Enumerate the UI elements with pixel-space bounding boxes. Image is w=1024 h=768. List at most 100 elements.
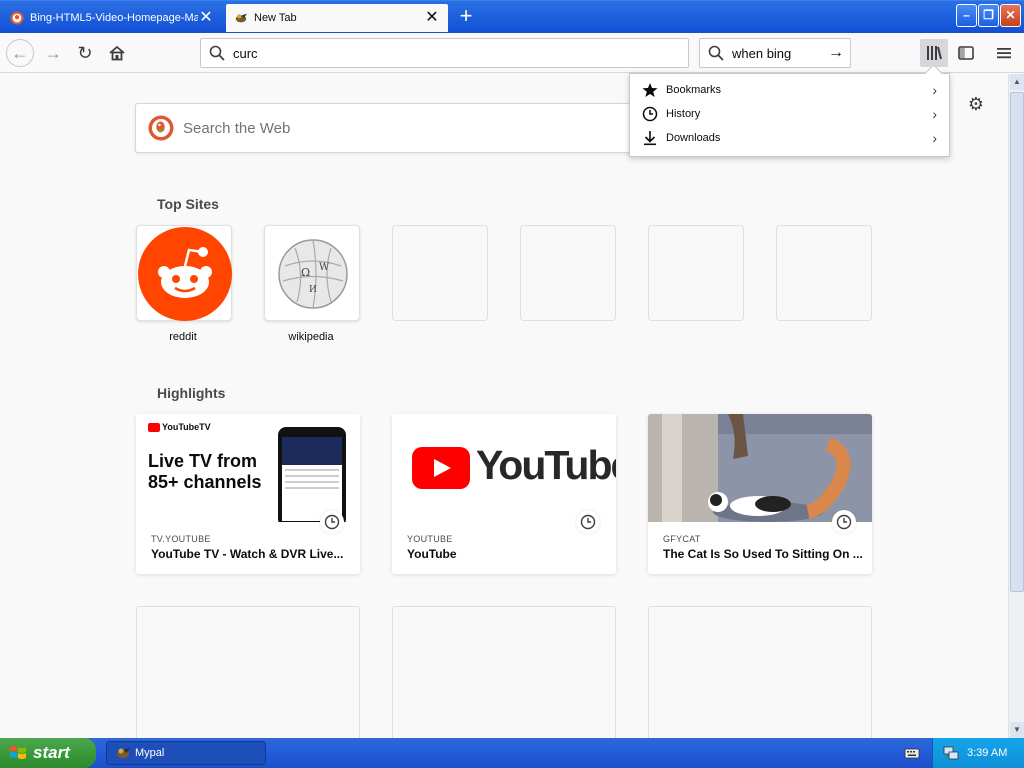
search-bar[interactable]: when bing →	[699, 38, 851, 68]
phone-image	[278, 427, 346, 522]
tab-new-tab[interactable]: New Tab ✕	[226, 4, 448, 32]
youtubetv-logo: YouTubeTV	[148, 422, 211, 432]
highlight-placeholder	[392, 606, 616, 746]
highlights-heading: Highlights	[157, 385, 226, 401]
reddit-icon	[138, 227, 232, 321]
new-tab-page: Search the Web ⚙ Top Sites reddit ΩW И wi…	[0, 74, 1008, 746]
library-menu: Bookmarks › History › Downloads ›	[629, 73, 950, 157]
search-input[interactable]: when bing	[732, 46, 791, 61]
top-site-empty[interactable]	[648, 225, 744, 321]
hamburger-icon	[997, 48, 1011, 59]
chevron-right-icon: ›	[932, 82, 937, 98]
search-placeholder: Search the Web	[183, 119, 291, 137]
top-site-empty[interactable]	[776, 225, 872, 321]
sidebar-button[interactable]	[952, 39, 980, 67]
top-site-wikipedia[interactable]: ΩW И	[264, 225, 360, 321]
close-tab-icon[interactable]: ✕	[424, 10, 440, 26]
star-icon	[642, 83, 658, 97]
chevron-right-icon: ›	[932, 106, 937, 122]
menu-item-history[interactable]: History ›	[630, 102, 949, 126]
reload-icon: ↻	[77, 42, 93, 63]
url-input[interactable]: curc	[233, 46, 258, 61]
tab-strip: Bing-HTML5-Video-Homepage-Mak ✕ New Tab …	[0, 0, 1024, 33]
youtube-wordmark: YouTube	[476, 442, 616, 488]
tab-title: Bing-HTML5-Video-Homepage-Mak	[30, 12, 198, 24]
mypal-icon	[117, 748, 130, 758]
clock-icon	[320, 510, 344, 534]
search-icon	[209, 45, 225, 61]
reload-button[interactable]: ↻	[71, 39, 99, 67]
close-window-button[interactable]: ✕	[1000, 4, 1021, 27]
scroll-up-arrow-icon[interactable]: ▲	[1010, 74, 1024, 90]
highlight-thumbnail: YouTubeTV Live TV from 85+ channels	[136, 414, 360, 522]
web-search-box[interactable]: Search the Web	[135, 103, 655, 153]
new-tab-button[interactable]: +	[456, 5, 476, 29]
search-go-icon[interactable]: →	[828, 44, 844, 62]
tab-bing-video[interactable]: Bing-HTML5-Video-Homepage-Mak ✕	[2, 4, 222, 32]
vertical-scrollbar[interactable]: ▲ ▼	[1008, 74, 1024, 738]
highlight-source: TV.YOUTUBE	[151, 534, 211, 544]
highlight-card[interactable]: GFYCAT The Cat Is So Used To Sitting On …	[648, 414, 872, 574]
youtube-play-icon	[412, 447, 470, 489]
forward-button[interactable]: →	[39, 39, 67, 67]
scroll-down-arrow-icon[interactable]: ▼	[1010, 722, 1024, 738]
top-site-empty[interactable]	[392, 225, 488, 321]
duckduckgo-icon	[148, 115, 174, 141]
home-button[interactable]	[103, 39, 131, 67]
search-icon	[708, 45, 724, 61]
settings-gear-icon[interactable]: ⚙	[966, 94, 986, 114]
chevron-right-icon: ›	[932, 130, 937, 146]
highlight-card[interactable]: YouTube YOUTUBE YouTube	[392, 414, 616, 574]
top-site-label: wikipedia	[288, 331, 334, 343]
minimize-button[interactable]: –	[956, 4, 977, 27]
forward-arrow-icon: →	[44, 42, 62, 63]
download-icon	[644, 131, 656, 146]
highlight-placeholder	[136, 606, 360, 746]
sidebar-icon	[958, 46, 974, 60]
svg-text:Ω: Ω	[301, 266, 310, 279]
highlight-title: The Cat Is So Used To Sitting On ...	[663, 547, 863, 561]
windows-flag-icon	[10, 746, 26, 759]
top-sites-heading: Top Sites	[157, 196, 219, 212]
navigation-toolbar: ← → ↻ curc when bing →	[0, 33, 1024, 73]
menu-item-downloads[interactable]: Downloads ›	[630, 126, 949, 150]
wikipedia-globe-icon: Ω W И	[278, 239, 348, 309]
start-button[interactable]: start	[0, 738, 96, 768]
back-button[interactable]: ←	[6, 39, 34, 67]
back-arrow-icon: ←	[11, 42, 29, 63]
taskbar-item-mypal[interactable]: Mypal	[106, 741, 266, 765]
close-tab-icon[interactable]: ✕	[198, 10, 214, 26]
top-site-empty[interactable]	[520, 225, 616, 321]
menu-button[interactable]	[990, 39, 1018, 67]
highlight-title: YouTube TV - Watch & DVR Live...	[151, 547, 344, 561]
top-site-label: reddit	[169, 331, 197, 343]
scroll-thumb[interactable]	[1010, 92, 1024, 592]
svg-text:W: W	[319, 262, 330, 273]
library-button[interactable]	[920, 39, 948, 67]
keyboard-icon[interactable]	[904, 745, 920, 761]
tab-title: New Tab	[254, 12, 297, 24]
highlight-placeholder	[648, 606, 872, 746]
top-site-reddit[interactable]	[136, 225, 232, 321]
highlight-card[interactable]: YouTubeTV Live TV from 85+ channels TV.Y…	[136, 414, 360, 574]
maximize-button[interactable]: ❐	[978, 4, 999, 27]
duckduckgo-icon	[10, 11, 24, 25]
library-icon	[927, 46, 942, 60]
home-icon	[109, 45, 125, 61]
mypal-icon	[235, 13, 248, 23]
clock-icon	[576, 510, 600, 534]
windows-taskbar: start Mypal 3:39 AM	[0, 738, 1024, 768]
highlight-title: YouTube	[407, 547, 457, 561]
highlight-source: YOUTUBE	[407, 534, 453, 544]
menu-item-bookmarks[interactable]: Bookmarks ›	[630, 78, 949, 102]
system-tray: 3:39 AM	[932, 738, 1024, 768]
svg-text:И: И	[309, 285, 317, 295]
clock[interactable]: 3:39 AM	[967, 747, 1007, 759]
url-bar[interactable]: curc	[200, 38, 689, 68]
clock-icon	[832, 510, 856, 534]
highlight-thumbnail: YouTube	[392, 414, 616, 522]
highlight-thumbnail-cat	[648, 414, 872, 522]
highlight-source: GFYCAT	[663, 534, 701, 544]
clock-icon	[642, 106, 658, 122]
network-icon[interactable]	[943, 745, 959, 761]
